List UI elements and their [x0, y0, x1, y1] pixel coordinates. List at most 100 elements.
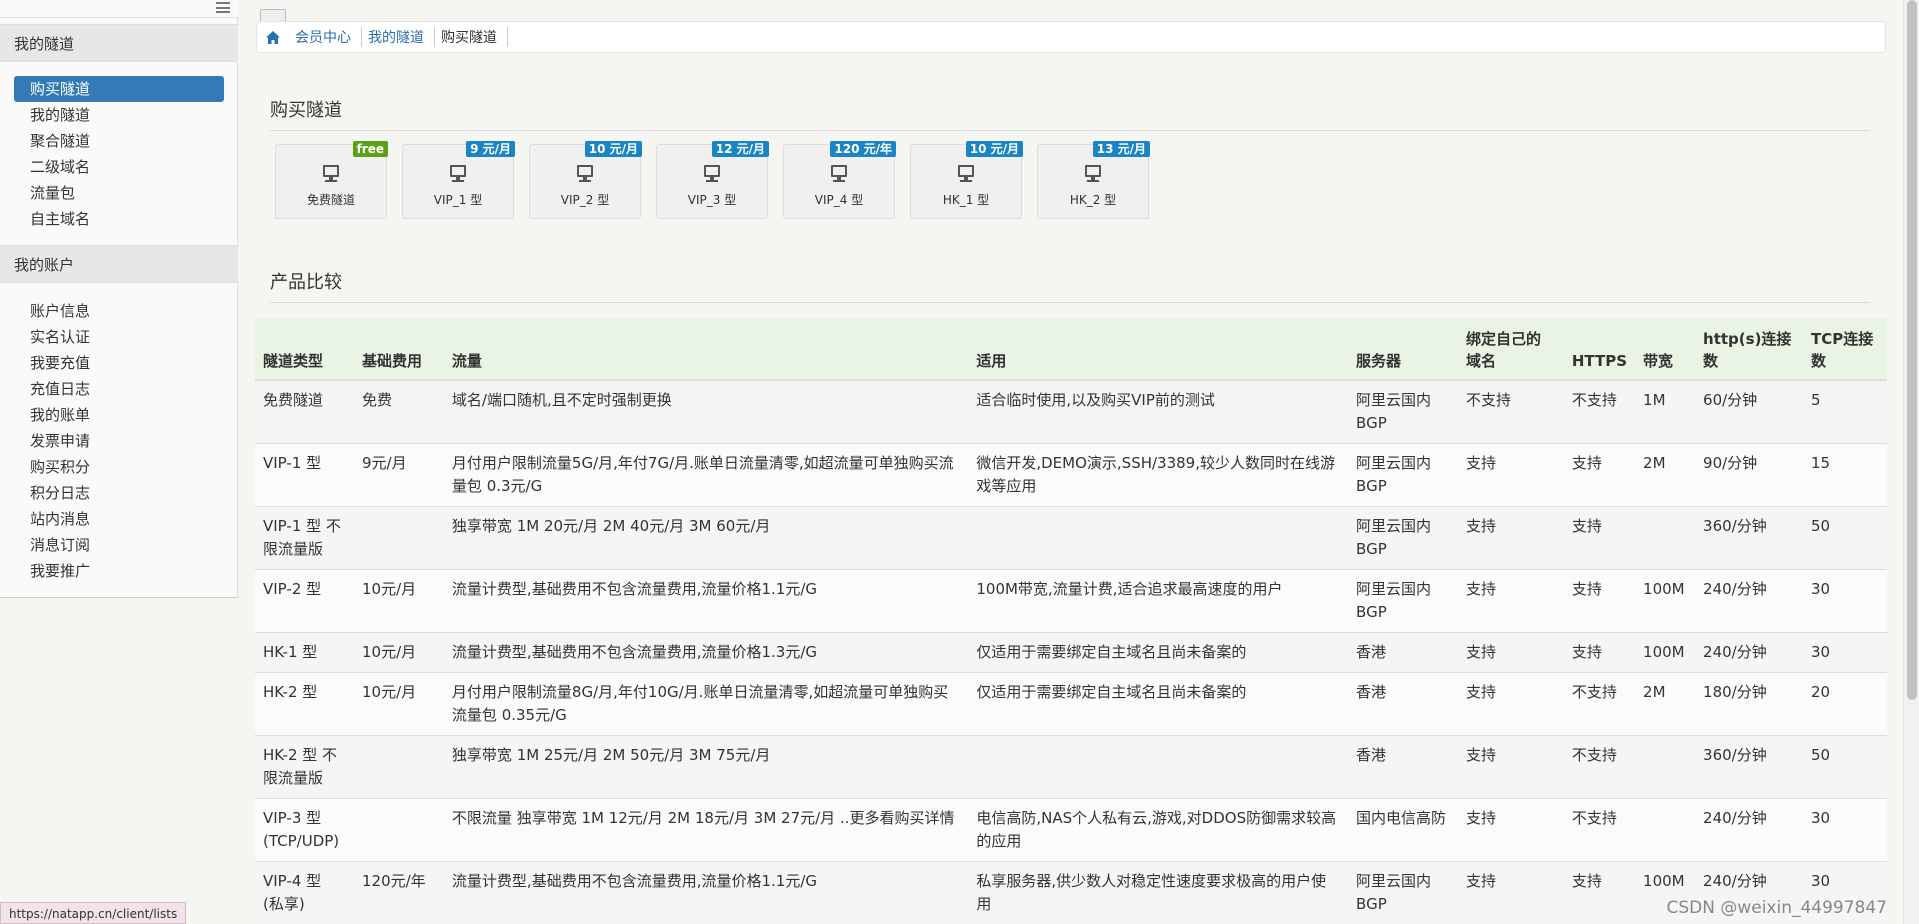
tunnel-card-hk1[interactable]: 10 元/月 HK_1 型 [910, 141, 1023, 219]
table-cell: 支持 [1563, 632, 1636, 673]
table-cell [353, 506, 444, 570]
sidebar-account-menu: 账户信息 实名认证 我要充值 充值日志 我的账单 发票申请 购买积分 积分日志 … [14, 298, 224, 584]
product-compare-table: 隧道类型 基础费用 流量 适用 服务器 绑定自己的域名 HTTPS 带宽 htt… [255, 318, 1887, 924]
sidebar-item-promotion[interactable]: 我要推广 [14, 558, 224, 584]
table-cell: 支持 [1457, 861, 1564, 924]
table-cell [1635, 735, 1696, 799]
table-cell: 支持 [1457, 735, 1564, 799]
status-bar-url: https://natapp.cn/client/lists [0, 902, 187, 924]
table-cell: 20 [1802, 672, 1887, 736]
table-cell: 电信高防,NAS个人私有云,游戏,对DDOS防御需求较高的应用 [968, 798, 1349, 862]
tunnel-card-free[interactable]: free 免费隧道 [275, 141, 388, 219]
breadcrumb: 会员中心 我的隧道 购买隧道 [256, 21, 1886, 53]
price-badge: 12 元/月 [711, 141, 769, 157]
table-cell: 支持 [1563, 506, 1636, 570]
table-cell: 30 [1802, 798, 1887, 862]
tunnel-card-label: 免费隧道 [306, 193, 355, 207]
column-header: HTTPS [1563, 318, 1636, 381]
table-cell: 适合临时使用,以及购买VIP前的测试 [968, 379, 1349, 444]
scrollbar[interactable] [1903, 0, 1919, 924]
table-body: 免费隧道 免费 域名/端口随机,且不定时强制更换 适合临时使用,以及购买VIP前的测试… [255, 379, 1887, 924]
tunnel-card-vip1[interactable]: 9 元/月 VIP_1 型 [402, 141, 515, 219]
table-row: VIP-2 型 10元/月 流量计费型,基础费用不包含流量费用,流量价格1.1元/G… [255, 569, 1887, 633]
table-cell: 1M [1635, 379, 1696, 444]
column-header: 绑定自己的域名 [1457, 318, 1564, 381]
table-cell: VIP-2 型 [255, 569, 354, 633]
tunnel-card-list: free 免费隧道 9 元/月 VIP_1 型 10 元/月 VIP_2 型 1… [275, 141, 1150, 219]
table-cell: 120元/年 [353, 861, 444, 924]
sidebar-item-recharge[interactable]: 我要充值 [14, 350, 224, 376]
price-badge: 9 元/月 [466, 141, 515, 157]
sidebar-item-recharge-log[interactable]: 充值日志 [14, 376, 224, 402]
table-cell: 240/分钟 [1695, 798, 1803, 862]
table-cell: 2M [1635, 672, 1696, 736]
sidebar-item-my-bills[interactable]: 我的账单 [14, 402, 224, 428]
table-cell: 独享带宽 1M 25元/月 2M 50元/月 3M 75元/月 [443, 735, 969, 799]
table-cell [353, 798, 444, 862]
column-header: 带宽 [1635, 318, 1696, 381]
table-row: VIP-1 型 9元/月 月付用户限制流量5G/月,年付7G/月.账单日流量清零,如… [255, 443, 1887, 507]
tunnel-card-hk2[interactable]: 13 元/月 HK_2 型 [1037, 141, 1150, 219]
breadcrumb-my-tunnels[interactable]: 我的隧道 [368, 27, 435, 47]
compare-section-title: 产品比较 [270, 268, 1870, 303]
tunnel-card-label: VIP_1 型 [433, 193, 483, 207]
table-cell: 2M [1635, 443, 1696, 507]
table-cell: 10元/月 [353, 569, 444, 633]
table-cell: 不支持 [1563, 379, 1636, 444]
sidebar-section-title-tunnels[interactable]: 我的隧道 [0, 24, 238, 62]
tunnel-card-vip4[interactable]: 120 元/年 VIP_4 型 [783, 141, 896, 219]
sidebar-item-messages[interactable]: 站内消息 [14, 506, 224, 532]
sidebar-item-points-log[interactable]: 积分日志 [14, 480, 224, 506]
table-cell: 国内电信高防 [1348, 798, 1458, 862]
table-cell: 180/分钟 [1695, 672, 1803, 736]
table-cell: 支持 [1563, 443, 1636, 507]
table-cell: 香港 [1348, 672, 1458, 736]
tunnel-card-vip2[interactable]: 10 元/月 VIP_2 型 [529, 141, 642, 219]
sidebar-item-aggregate-tunnels[interactable]: 聚合隧道 [14, 128, 224, 154]
price-badge: 10 元/月 [584, 141, 642, 157]
table-cell: VIP-1 型 不限流量版 [255, 506, 354, 570]
column-header: 隧道类型 [255, 318, 354, 381]
table-cell: 支持 [1563, 861, 1636, 924]
tunnel-card-label: HK_1 型 [942, 193, 990, 207]
table-cell: HK-2 型 [255, 672, 354, 736]
table-cell [968, 735, 1349, 799]
tunnel-card-label: HK_2 型 [1069, 193, 1117, 207]
table-cell: 仅适用于需要绑定自主域名且尚未备案的 [968, 672, 1349, 736]
sidebar-item-invoice[interactable]: 发票申请 [14, 428, 224, 454]
sidebar-item-subscriptions[interactable]: 消息订阅 [14, 532, 224, 558]
sidebar-item-buy-tunnel[interactable]: 购买隧道 [14, 76, 224, 102]
table-cell: HK-2 型 不限流量版 [255, 735, 354, 799]
table-cell: 100M [1635, 569, 1696, 633]
scrollbar-thumb[interactable] [1907, 0, 1917, 700]
column-header: 适用 [968, 318, 1349, 381]
table-cell: 仅适用于需要绑定自主域名且尚未备案的 [968, 632, 1349, 673]
sidebar-top-bar [0, 0, 238, 18]
table-cell [353, 735, 444, 799]
sidebar-item-verification[interactable]: 实名认证 [14, 324, 224, 350]
table-cell: 阿里云国内BGP [1348, 379, 1458, 444]
table-cell: VIP-1 型 [255, 443, 354, 507]
table-row: VIP-4 型 (私享) 120元/年 流量计费型,基础费用不包含流量费用,流量价格… [255, 861, 1887, 924]
sidebar-item-subdomains[interactable]: 二级域名 [14, 154, 224, 180]
sidebar-item-buy-points[interactable]: 购买积分 [14, 454, 224, 480]
content-panel: 会员中心 我的隧道 购买隧道 购买隧道 free 免费隧道 9 元/月 VIP_… [239, 0, 1911, 924]
table-cell: 60/分钟 [1695, 379, 1803, 444]
home-icon[interactable] [265, 30, 281, 45]
sidebar-section-title-account[interactable]: 我的账户 [0, 245, 238, 283]
column-header: 流量 [443, 318, 969, 381]
sidebar-tunnel-menu: 购买隧道 我的隧道 聚合隧道 二级域名 流量包 自主域名 [14, 76, 224, 232]
sidebar-item-custom-domain[interactable]: 自主域名 [14, 206, 224, 232]
table-cell: 阿里云国内BGP [1348, 861, 1458, 924]
menu-toggle-icon[interactable] [216, 2, 230, 13]
column-header: TCP连接数 [1802, 318, 1887, 381]
tunnel-card-label: VIP_4 型 [814, 193, 864, 207]
price-badge: 13 元/月 [1092, 141, 1150, 157]
table-row: HK-2 型 10元/月 月付用户限制流量8G/月,年付10G/月.账单日流量清零,… [255, 672, 1887, 736]
table-row: VIP-3 型 (TCP/UDP) 不限流量 独享带宽 1M 12元/月 2M 1… [255, 798, 1887, 862]
sidebar-item-traffic-pack[interactable]: 流量包 [14, 180, 224, 206]
sidebar-item-account-info[interactable]: 账户信息 [14, 298, 224, 324]
tunnel-card-vip3[interactable]: 12 元/月 VIP_3 型 [656, 141, 769, 219]
breadcrumb-member-center[interactable]: 会员中心 [295, 27, 362, 47]
sidebar-item-my-tunnels[interactable]: 我的隧道 [14, 102, 224, 128]
